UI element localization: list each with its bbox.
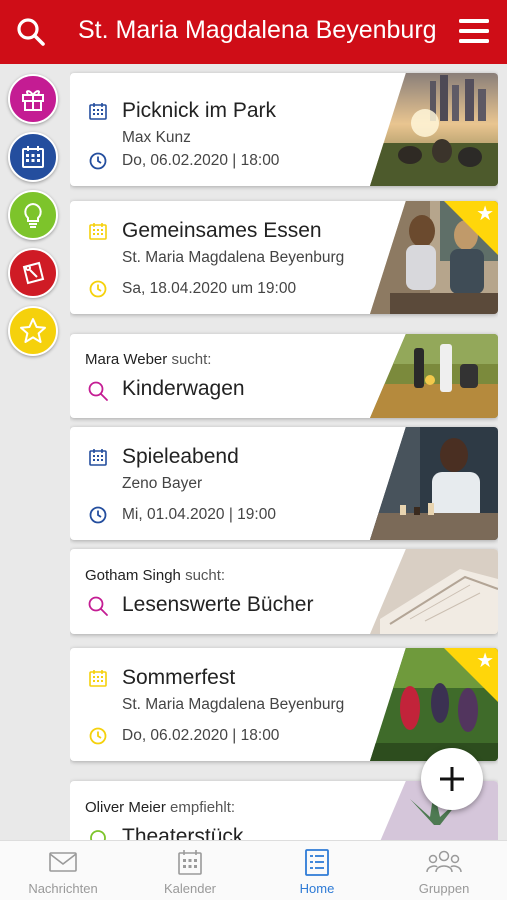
category-gift-button[interactable] xyxy=(8,74,58,124)
recommend-author: Oliver Meier xyxy=(85,799,166,816)
search-icon xyxy=(17,18,45,46)
search-author-line: Mara Weber sucht: xyxy=(85,351,211,368)
tab-label: Home xyxy=(299,881,335,896)
search-card[interactable]: Mara Weber sucht: Kinderwagen xyxy=(70,334,498,418)
search-author-line: Gotham Singh sucht: xyxy=(85,567,225,584)
category-lightbulb-button[interactable] xyxy=(8,190,58,240)
page-title: St. Maria Magdalena Beyenburg xyxy=(78,16,437,44)
calendar-icon xyxy=(89,449,107,466)
calendar-icon xyxy=(89,670,107,687)
event-date: Mi, 01.04.2020 | 19:00 xyxy=(122,506,276,523)
tab-home[interactable]: Home xyxy=(254,841,380,900)
search-author: Gotham Singh xyxy=(85,567,181,584)
star-icon: ★ xyxy=(476,203,494,225)
search-verb: sucht: xyxy=(185,567,226,584)
recommend-title: Theaterstück xyxy=(122,825,244,840)
event-organizer: Max Kunz xyxy=(122,129,191,146)
bottom-navigation: Nachrichten Kalender Home Gruppen xyxy=(0,840,507,900)
gift-icon xyxy=(22,90,44,111)
calendar-icon xyxy=(178,850,202,875)
category-sidebar xyxy=(0,64,66,840)
tab-nachrichten[interactable]: Nachrichten xyxy=(0,841,126,900)
clock-icon xyxy=(89,506,107,524)
menu-button[interactable] xyxy=(457,14,491,48)
event-card[interactable]: Sommerfest St. Maria Magdalena Beyenburg… xyxy=(70,648,498,761)
star-icon xyxy=(20,318,46,343)
flyer-icon xyxy=(22,261,45,285)
hamburger-icon xyxy=(459,19,489,43)
tab-label: Nachrichten xyxy=(28,881,98,896)
search-title: Kinderwagen xyxy=(122,377,245,400)
tab-gruppen[interactable]: Gruppen xyxy=(381,841,507,900)
category-calendar-button[interactable] xyxy=(8,132,58,182)
star-icon: ★ xyxy=(476,650,494,672)
search-verb: sucht: xyxy=(171,351,212,368)
search-icon xyxy=(88,381,108,401)
search-author: Mara Weber xyxy=(85,351,168,368)
clock-icon xyxy=(89,152,107,170)
clock-icon xyxy=(89,280,107,298)
recommend-verb: empfiehlt: xyxy=(170,799,236,816)
search-button[interactable] xyxy=(14,15,48,49)
event-organizer: St. Maria Magdalena Beyenburg xyxy=(122,249,345,266)
event-card[interactable]: Gemeinsames Essen St. Maria Magdalena Be… xyxy=(70,201,498,314)
recommend-author-line: Oliver Meier empfiehlt: xyxy=(85,799,235,816)
event-card[interactable]: Picknick im Park Max Kunz Do, 06.02.2020… xyxy=(70,73,498,186)
event-date: Sa, 18.04.2020 um 19:00 xyxy=(122,280,297,297)
tab-kalender[interactable]: Kalender xyxy=(127,841,253,900)
search-image xyxy=(370,549,498,634)
tab-label: Gruppen xyxy=(418,881,470,896)
event-image xyxy=(370,73,498,186)
event-title: Sommerfest xyxy=(122,666,236,689)
event-title: Spieleabend xyxy=(122,445,239,468)
search-icon xyxy=(88,596,108,616)
home-list-icon xyxy=(305,849,329,876)
event-image xyxy=(370,427,498,540)
add-button[interactable] xyxy=(421,748,483,810)
calendar-icon xyxy=(89,223,107,240)
group-icon xyxy=(426,850,462,873)
event-title: Picknick im Park xyxy=(122,99,277,122)
envelope-icon xyxy=(49,852,77,872)
lightbulb-icon xyxy=(24,202,42,228)
event-title: Gemeinsames Essen xyxy=(122,219,322,242)
recommend-icon xyxy=(90,830,106,840)
event-date: Do, 06.02.2020 | 18:00 xyxy=(122,152,280,169)
category-star-button[interactable] xyxy=(8,306,58,356)
tab-label: Kalender xyxy=(163,881,217,896)
event-organizer: Zeno Bayer xyxy=(122,475,203,492)
calendar-icon xyxy=(89,103,107,120)
clock-icon xyxy=(89,727,107,745)
search-image xyxy=(370,334,498,418)
event-card[interactable]: Spieleabend Zeno Bayer Mi, 01.04.2020 | … xyxy=(70,427,498,540)
event-date: Do, 06.02.2020 | 18:00 xyxy=(122,727,280,744)
feed-list: Picknick im Park Max Kunz Do, 06.02.2020… xyxy=(70,64,498,840)
category-flyer-button[interactable] xyxy=(8,248,58,298)
search-title: Lesenswerte Bücher xyxy=(122,593,314,616)
app-header: St. Maria Magdalena Beyenburg xyxy=(0,0,507,64)
calendar-icon xyxy=(22,146,44,168)
event-organizer: St. Maria Magdalena Beyenburg xyxy=(122,696,345,713)
search-card[interactable]: Gotham Singh sucht: Lesenswerte Bücher xyxy=(70,549,498,634)
plus-icon xyxy=(440,767,464,791)
